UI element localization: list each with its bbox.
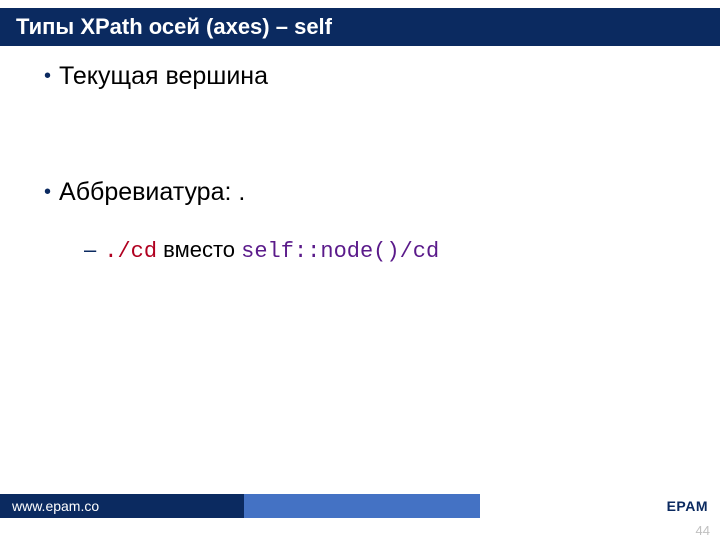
footer-url: www.epam.co [0, 494, 244, 518]
dash-icon: – [84, 236, 96, 264]
sub-bullet-text: ./cd вместо self::node()/cd [104, 236, 439, 266]
bullet-icon: • [44, 176, 51, 208]
bullet-icon: • [44, 60, 51, 92]
slide-content: • Текущая вершина • Аббревиатура: . – ./… [44, 60, 676, 266]
page-number: 44 [696, 523, 710, 538]
bullet-text: Аббревиатура: . [59, 176, 245, 208]
slide-title: Типы XPath осей (axes) – self [0, 8, 720, 46]
footer-accent-bar [244, 494, 480, 518]
bullet-text: Текущая вершина [59, 60, 268, 92]
footer-brand: EPAM [667, 494, 708, 518]
code-snippet: ./cd [104, 239, 157, 264]
bullet-item: • Аббревиатура: . [44, 176, 676, 208]
sub-bullet-item: – ./cd вместо self::node()/cd [84, 236, 676, 266]
slide: Типы XPath осей (axes) – self • Текущая … [0, 0, 720, 540]
spacer [44, 104, 676, 176]
sub-mid-text: вместо [157, 237, 241, 262]
code-snippet: self::node()/cd [241, 239, 439, 264]
bullet-item: • Текущая вершина [44, 60, 676, 92]
